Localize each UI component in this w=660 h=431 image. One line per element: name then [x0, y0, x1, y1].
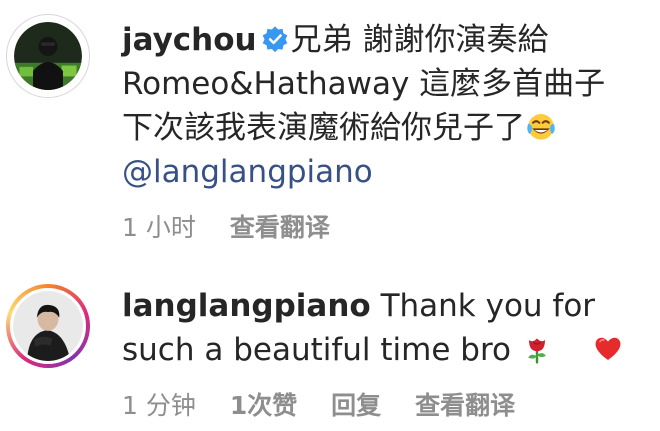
- verified-badge-icon: [262, 26, 287, 53]
- comment-langlangpiano: langlangpiano Thank you for such a beaut…: [0, 262, 660, 431]
- comment-line-2: Romeo&Hathaway 這麼多首曲子: [122, 66, 606, 102]
- translate-button[interactable]: 查看翻译: [415, 391, 515, 420]
- comment-meta: 1 分钟 1次赞 回复 查看翻译: [122, 386, 648, 422]
- comment-text: langlangpiano Thank you for such a beaut…: [122, 284, 648, 372]
- avatar-image: [14, 22, 82, 90]
- avatar-langlangpiano[interactable]: [6, 284, 90, 368]
- username[interactable]: jaychou: [122, 22, 257, 58]
- comment-line-2: such a beautiful time bro: [122, 332, 511, 368]
- avatar-jaychou[interactable]: [6, 14, 90, 98]
- mention-link[interactable]: @langlangpiano: [122, 150, 648, 194]
- red-heart-icon: [595, 337, 621, 360]
- comment-line-1: 兄弟 謝謝你演奏給: [290, 22, 549, 58]
- reply-button[interactable]: 回复: [331, 391, 381, 420]
- rose-icon: [528, 338, 546, 364]
- comment-meta: 1 小时 查看翻译: [122, 208, 648, 244]
- comment-jaychou: jaychou 兄弟 謝謝你演奏給 Romeo&Hathaway 這麼多首曲子 …: [0, 0, 660, 250]
- likes-count[interactable]: 1次赞: [230, 391, 297, 420]
- comment-line-1: Thank you for: [380, 288, 596, 324]
- comment-body: langlangpiano Thank you for such a beaut…: [122, 284, 648, 422]
- username[interactable]: langlangpiano: [122, 288, 371, 324]
- avatar-image: [13, 291, 83, 361]
- comment-text: jaychou 兄弟 謝謝你演奏給 Romeo&Hathaway 這麼多首曲子 …: [122, 18, 648, 194]
- face-with-tears-of-joy-icon: [527, 114, 555, 140]
- comment-line-3: 下次該我表演魔術給你兒子了: [122, 110, 525, 146]
- timestamp: 1 分钟: [122, 391, 196, 420]
- timestamp: 1 小时: [122, 213, 196, 242]
- comment-body: jaychou 兄弟 謝謝你演奏給 Romeo&Hathaway 這麼多首曲子 …: [122, 18, 648, 244]
- translate-button[interactable]: 查看翻译: [230, 213, 330, 242]
